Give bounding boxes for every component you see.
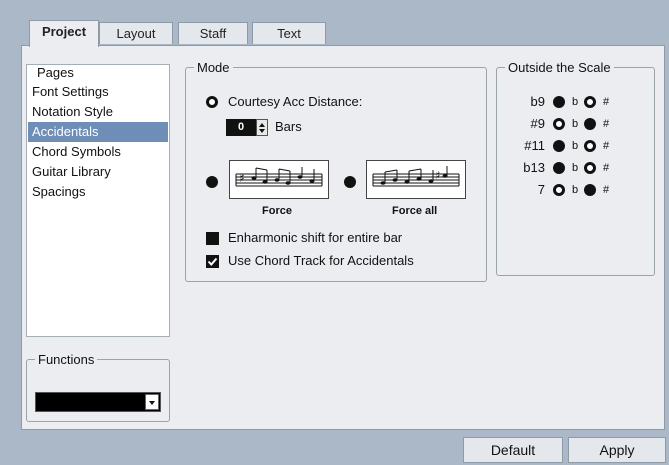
sharp-label: # — [603, 118, 610, 130]
sharp9-flat-radio[interactable] — [553, 118, 565, 130]
force-all-staff-icon: ♯ — [372, 166, 460, 187]
apply-button[interactable]: Apply — [568, 437, 666, 463]
force-notation-image[interactable]: ♯ — [229, 160, 329, 199]
sharp-label: # — [603, 96, 610, 108]
force-all-label: Force all — [392, 205, 438, 217]
force-all-notation-image[interactable]: ♯ — [366, 160, 466, 199]
sharp-label: # — [603, 140, 610, 152]
sharp-label: # — [603, 184, 610, 196]
sharp-label: # — [603, 162, 610, 174]
bars-label: Bars — [275, 119, 302, 134]
mode-title: Mode — [197, 60, 230, 75]
tab-layout[interactable]: Layout — [99, 22, 173, 44]
dropdown-arrow-icon[interactable] — [145, 394, 159, 410]
courtesy-radio[interactable] — [206, 96, 218, 108]
enharmonic-label: Enharmonic shift for entire bar — [228, 230, 403, 245]
sharp9-sharp-radio[interactable] — [584, 118, 596, 130]
checkmark-icon — [207, 257, 218, 266]
bars-stepper-arrows[interactable] — [256, 119, 268, 136]
chord-track-checkbox[interactable] — [206, 255, 219, 268]
stepper-down-icon[interactable] — [259, 129, 265, 133]
interval-label-sharp11: #11 — [524, 138, 545, 153]
interval-label-sharp9: #9 — [530, 116, 545, 131]
page-item-spacings[interactable]: Spacings — [28, 182, 168, 202]
b13-flat-radio[interactable] — [553, 162, 565, 174]
seventh-flat-radio[interactable] — [553, 184, 565, 196]
courtesy-label: Courtesy Acc Distance: — [228, 94, 363, 109]
interval-label-7: 7 — [537, 182, 545, 197]
pages-list[interactable]: Pages Font Settings Notation Style Accid… — [26, 64, 170, 337]
functions-title: Functions — [38, 352, 95, 367]
page-item-guitar-library[interactable]: Guitar Library — [28, 162, 168, 182]
sharp11-sharp-radio[interactable] — [584, 140, 596, 152]
functions-dropdown[interactable] — [35, 392, 161, 412]
flat-label: b — [572, 140, 579, 152]
pages-items: Font Settings Notation Style Accidentals… — [28, 82, 168, 202]
svg-text:♯: ♯ — [239, 171, 245, 185]
default-button[interactable]: Default — [463, 437, 563, 463]
flat-label: b — [572, 184, 579, 196]
interval-label-b9: b9 — [530, 94, 545, 109]
outside-scale-title: Outside the Scale — [508, 60, 611, 75]
b9-sharp-radio[interactable] — [584, 96, 596, 108]
chord-track-label: Use Chord Track for Accidentals — [228, 253, 414, 268]
force-label: Force — [262, 205, 292, 217]
page-item-notation-style[interactable]: Notation Style — [28, 102, 168, 122]
svg-text:♯: ♯ — [435, 169, 440, 182]
flat-label: b — [572, 118, 579, 130]
page-item-font-settings[interactable]: Font Settings — [28, 82, 168, 102]
flat-label: b — [572, 96, 579, 108]
tab-project[interactable]: Project — [29, 20, 99, 47]
seventh-sharp-radio[interactable] — [584, 184, 596, 196]
mode-group: Mode Courtesy Acc Distance: 0 Bars ♯ For… — [185, 60, 487, 282]
force-radio[interactable] — [206, 176, 218, 188]
enharmonic-checkbox[interactable] — [206, 232, 219, 245]
b13-sharp-radio[interactable] — [584, 162, 596, 174]
tab-text[interactable]: Text — [252, 22, 326, 44]
bars-stepper-value[interactable]: 0 — [226, 119, 256, 136]
b9-flat-radio[interactable] — [553, 96, 565, 108]
outside-scale-group: Outside the Scale b9 b # #9 b # #11 b # … — [496, 60, 655, 276]
sharp11-flat-radio[interactable] — [553, 140, 565, 152]
tab-staff[interactable]: Staff — [178, 22, 248, 44]
force-staff-icon: ♯ — [235, 167, 323, 187]
stepper-up-icon[interactable] — [259, 123, 265, 127]
force-all-radio[interactable] — [344, 176, 356, 188]
preferences-panel: Pages Font Settings Notation Style Accid… — [21, 45, 665, 430]
functions-group: Functions — [26, 352, 170, 422]
pages-title: Pages — [37, 65, 74, 80]
interval-label-b13: b13 — [523, 160, 545, 175]
page-item-chord-symbols[interactable]: Chord Symbols — [28, 142, 168, 162]
flat-label: b — [572, 162, 579, 174]
page-item-accidentals[interactable]: Accidentals — [28, 122, 168, 142]
